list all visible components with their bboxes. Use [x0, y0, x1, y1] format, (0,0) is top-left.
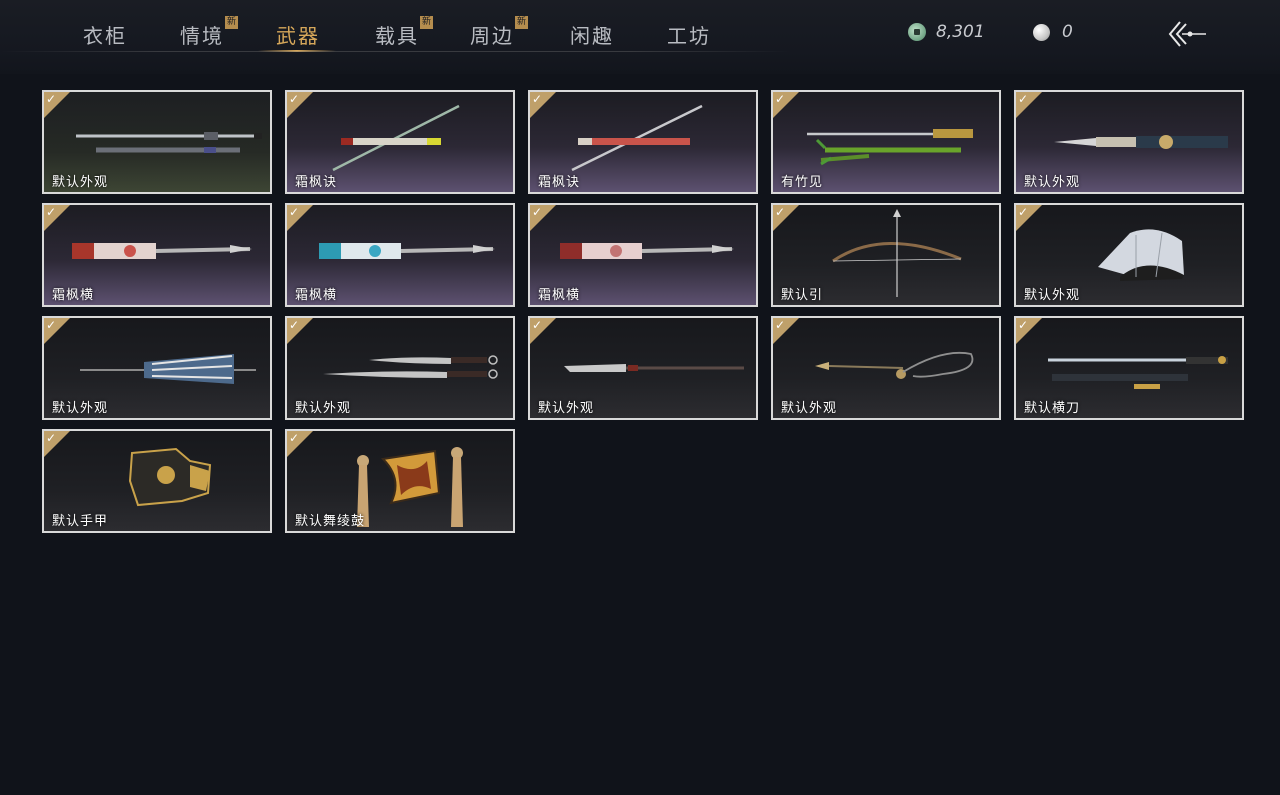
tab-peripherals[interactable]: 周边新 [470, 16, 528, 52]
tab-leisure[interactable]: 闲趣 [570, 20, 614, 52]
tab-label: 武器 [276, 24, 320, 48]
tab-workshop[interactable]: 工坊 [667, 20, 711, 52]
tab-label: 衣柜 [83, 24, 127, 48]
weapon-name: 默认外观 [538, 401, 595, 416]
weapon-card[interactable]: ✓ 默认外观 [771, 316, 1001, 420]
weapon-name: 默认外观 [1024, 175, 1081, 190]
tab-label: 载具 [375, 24, 419, 48]
check-mark: ✓ [775, 318, 786, 332]
top-bar: 衣柜 情境新 武器 载具新 周边新 闲趣 工坊 8,301 0 [0, 0, 1280, 74]
pearl-balance: 0 [1033, 20, 1073, 44]
weapon-name: 默认外观 [52, 175, 109, 190]
weapon-card[interactable]: ✓ 默认外观 [528, 316, 758, 420]
check-mark: ✓ [46, 318, 57, 332]
weapon-name: 霜枫横 [538, 288, 581, 303]
jade-coin-value: 8,301 [936, 22, 985, 42]
new-badge: 新 [225, 16, 238, 29]
check-mark: ✓ [289, 318, 300, 332]
weapon-name: 默认引 [781, 288, 824, 303]
tab-label: 工坊 [667, 24, 711, 48]
check-mark: ✓ [289, 431, 300, 445]
new-badge: 新 [420, 16, 433, 29]
weapon-card[interactable]: ✓ 霜枫诀 [285, 90, 515, 194]
weapon-card[interactable]: ✓ 默认引 [771, 203, 1001, 307]
weapon-card[interactable]: ✓ 默认外观 [42, 316, 272, 420]
jade-coin-balance: 8,301 [908, 20, 985, 44]
weapon-card[interactable]: ✓ 默认外观 [1014, 203, 1244, 307]
weapon-name: 默认舞绫鼓 [295, 514, 366, 529]
weapon-name: 默认外观 [1024, 288, 1081, 303]
jade-coin-icon [908, 23, 926, 41]
weapon-name: 霜枫横 [52, 288, 95, 303]
check-mark: ✓ [289, 205, 300, 219]
weapon-card[interactable]: ✓ 霜枫横 [528, 203, 758, 307]
weapon-name: 霜枫诀 [295, 175, 338, 190]
check-mark: ✓ [532, 92, 543, 106]
tab-divider [0, 51, 790, 52]
weapon-card[interactable]: ✓ 有竹见 [771, 90, 1001, 194]
check-mark: ✓ [1018, 92, 1029, 106]
check-mark: ✓ [46, 92, 57, 106]
weapon-card[interactable]: ✓ 默认外观 [42, 90, 272, 194]
weapon-name: 默认横刀 [1024, 401, 1081, 416]
pearl-icon [1033, 23, 1050, 41]
check-mark: ✓ [532, 205, 543, 219]
check-mark: ✓ [775, 92, 786, 106]
back-button[interactable] [1166, 18, 1210, 50]
check-mark: ✓ [775, 205, 786, 219]
weapon-card[interactable]: ✓ 默认横刀 [1014, 316, 1244, 420]
weapon-name: 默认外观 [781, 401, 838, 416]
tab-vehicles[interactable]: 载具新 [375, 16, 433, 52]
new-badge: 新 [515, 16, 528, 29]
weapon-name: 霜枫诀 [538, 175, 581, 190]
tab-label: 周边 [470, 24, 514, 48]
weapon-card[interactable]: ✓ 默认舞绫鼓 [285, 429, 515, 533]
check-mark: ✓ [46, 205, 57, 219]
weapon-card[interactable]: ✓ 霜枫诀 [528, 90, 758, 194]
weapon-card[interactable]: ✓ 霜枫横 [42, 203, 272, 307]
check-mark: ✓ [532, 318, 543, 332]
tab-label: 闲趣 [570, 24, 614, 48]
check-mark: ✓ [289, 92, 300, 106]
check-mark: ✓ [1018, 205, 1029, 219]
weapon-name: 霜枫横 [295, 288, 338, 303]
tab-label: 情境 [180, 24, 224, 48]
weapon-name: 默认外观 [52, 401, 109, 416]
weapon-card[interactable]: ✓ 默认外观 [1014, 90, 1244, 194]
weapon-card[interactable]: ✓ 霜枫横 [285, 203, 515, 307]
weapon-card[interactable]: ✓ 默认外观 [285, 316, 515, 420]
weapon-name: 默认手甲 [52, 514, 109, 529]
pearl-value: 0 [1062, 22, 1073, 42]
tab-weapons[interactable]: 武器 [276, 20, 320, 52]
weapon-name: 有竹见 [781, 175, 824, 190]
tab-scene[interactable]: 情境新 [180, 16, 238, 52]
back-arrow-icon [1168, 21, 1206, 47]
weapon-name: 默认外观 [295, 401, 352, 416]
check-mark: ✓ [1018, 318, 1029, 332]
weapon-card[interactable]: ✓ 默认手甲 [42, 429, 272, 533]
check-mark: ✓ [46, 431, 57, 445]
tab-wardrobe[interactable]: 衣柜 [83, 20, 127, 52]
